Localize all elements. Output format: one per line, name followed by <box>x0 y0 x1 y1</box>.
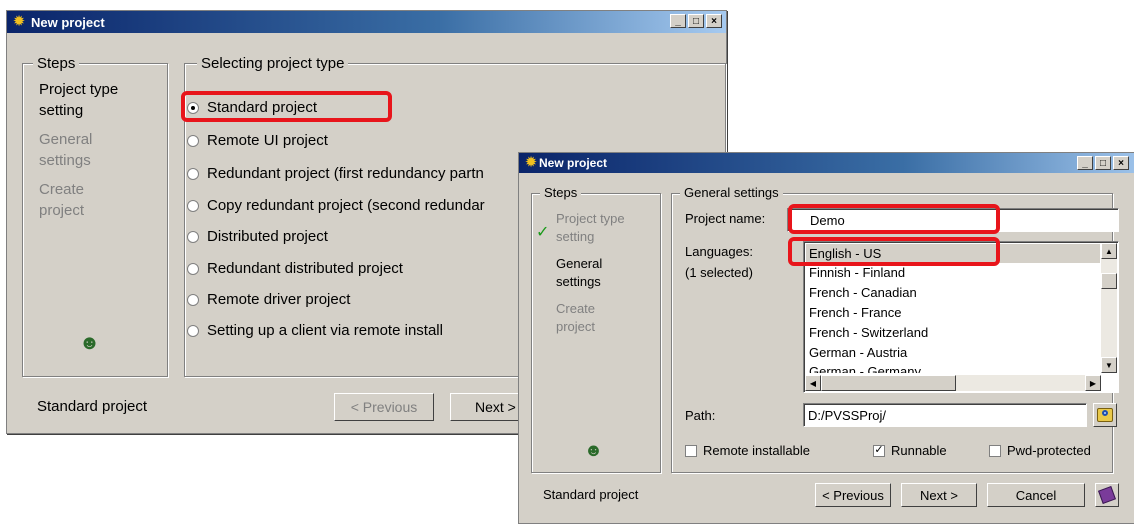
step-project-type-line2: setting <box>556 229 595 244</box>
check-icon: ✓ <box>536 224 550 241</box>
step-project-type-line1: Project type <box>39 81 119 98</box>
status-text: Standard project <box>37 398 148 415</box>
checkbox[interactable]: ✓ <box>873 444 885 457</box>
checkbox-label: Remote installable <box>703 443 810 458</box>
gear-icon: ✹ <box>12 13 26 30</box>
step-create-line2: project <box>39 202 85 219</box>
close-button[interactable]: × <box>706 14 722 28</box>
radio-label: Redundant distributed project <box>207 260 403 277</box>
checkbox-label: Runnable <box>891 443 947 458</box>
remote-installable-checkbox[interactable]: Remote installable <box>685 443 810 458</box>
radio-redundant-project[interactable]: Redundant project (first redundancy part… <box>187 165 484 182</box>
browse-button[interactable] <box>1093 403 1117 427</box>
maximize-button[interactable]: □ <box>1095 156 1111 170</box>
step-general-line2: settings <box>556 274 601 289</box>
project-type-label: Selecting project type <box>197 55 349 72</box>
people-icon: ☻ <box>584 440 603 460</box>
list-item[interactable]: French - Canadian <box>809 284 917 301</box>
radio-button[interactable] <box>187 324 199 337</box>
scroll-thumb[interactable] <box>1101 273 1117 289</box>
list-item[interactable]: Finnish - Finland <box>809 264 905 281</box>
radio-remote-driver-project[interactable]: Remote driver project <box>187 291 350 308</box>
folder-search-icon <box>1097 408 1113 422</box>
steps-panel: Steps Project type setting General setti… <box>22 55 168 377</box>
minimize-button[interactable]: _ <box>670 14 686 28</box>
steps-label: Steps <box>33 55 80 72</box>
path-value: D:/PVSSProj/ <box>808 408 887 423</box>
window-title: New project <box>31 15 105 30</box>
checkbox[interactable] <box>989 444 1001 457</box>
status-text: Standard project <box>543 487 639 502</box>
step-general-line1: General <box>39 131 93 148</box>
highlight-english-us <box>788 237 1000 266</box>
next-button[interactable]: Next > <box>901 483 977 507</box>
list-item[interactable]: French - Switzerland <box>809 324 928 341</box>
horizontal-scrollbar[interactable]: ◀ ▶ <box>805 375 1101 391</box>
list-item[interactable]: German - Germany <box>809 363 921 373</box>
step-project-type-line1: Project type <box>556 211 625 226</box>
step-general-line2: settings <box>39 152 91 169</box>
radio-label: Redundant project (first redundancy part… <box>207 165 484 182</box>
path-input[interactable]: D:/PVSSProj/ <box>803 403 1087 427</box>
radio-button[interactable] <box>187 262 199 275</box>
runnable-checkbox[interactable]: ✓ Runnable <box>873 443 947 458</box>
radio-label: Remote UI project <box>207 132 328 149</box>
path-label: Path: <box>685 408 716 423</box>
vertical-scrollbar[interactable]: ▲ ▼ <box>1101 243 1117 373</box>
languages-count: (1 selected) <box>685 265 753 280</box>
radio-button[interactable] <box>187 167 199 180</box>
checkbox-label: Pwd-protected <box>1007 443 1091 458</box>
radio-button[interactable] <box>187 134 199 147</box>
close-button[interactable]: × <box>1113 156 1129 170</box>
radio-button[interactable] <box>187 199 199 212</box>
previous-button[interactable]: < Previous <box>815 483 891 507</box>
step-project-type-line2: setting <box>39 102 84 119</box>
list-item[interactable]: French - France <box>809 304 901 321</box>
step-create-line1: Create <box>39 181 85 198</box>
radio-redundant-distributed-project[interactable]: Redundant distributed project <box>187 260 403 277</box>
checkbox[interactable] <box>685 444 697 457</box>
steps-panel: Steps ✓ Project type setting General set… <box>531 185 661 473</box>
radio-label: Setting up a client via remote install <box>207 322 443 339</box>
pwd-protected-checkbox[interactable]: Pwd-protected <box>989 443 1091 458</box>
radio-button[interactable] <box>187 230 199 243</box>
gear-icon: ✹ <box>524 154 538 171</box>
maximize-button[interactable]: □ <box>688 14 704 28</box>
scroll-up-icon[interactable]: ▲ <box>1101 243 1117 259</box>
people-icon: ☻ <box>79 332 101 354</box>
general-settings-label: General settings <box>680 185 783 200</box>
minimize-button[interactable]: _ <box>1077 156 1093 170</box>
radio-button[interactable] <box>187 293 199 306</box>
title-bar[interactable]: ✹ New project _ □ × <box>519 153 1134 173</box>
languages-label: Languages: <box>685 244 753 259</box>
radio-distributed-project[interactable]: Distributed project <box>187 228 328 245</box>
radio-label: Distributed project <box>207 228 328 245</box>
title-bar[interactable]: ✹ New project _ □ × <box>7 11 726 33</box>
previous-button[interactable]: < Previous <box>334 393 434 421</box>
step-create-line1: Create <box>556 301 596 316</box>
radio-label: Remote driver project <box>207 291 351 308</box>
radio-copy-redundant-project[interactable]: Copy redundant project (second redundar <box>187 197 485 214</box>
help-button[interactable] <box>1095 483 1119 507</box>
scroll-right-icon[interactable]: ▶ <box>1085 375 1101 391</box>
list-item[interactable]: German - Austria <box>809 344 907 361</box>
radio-label: Copy redundant project (second redundar <box>207 197 485 214</box>
highlight-standard-project <box>181 91 392 122</box>
radio-remote-ui-project[interactable]: Remote UI project <box>187 132 328 149</box>
scroll-down-icon[interactable]: ▼ <box>1101 357 1117 373</box>
scroll-hthumb[interactable] <box>821 375 956 391</box>
window-title: New project <box>539 156 608 170</box>
step-create-line2: project <box>556 319 596 334</box>
step-general-line1: General <box>556 256 603 271</box>
scroll-left-icon[interactable]: ◀ <box>805 375 821 391</box>
steps-label: Steps <box>540 185 582 200</box>
highlight-project-name <box>788 204 1000 234</box>
help-book-icon <box>1098 486 1116 504</box>
cancel-button[interactable]: Cancel <box>987 483 1085 507</box>
radio-client-remote-install[interactable]: Setting up a client via remote install <box>187 322 443 339</box>
project-name-label: Project name: <box>685 211 766 226</box>
